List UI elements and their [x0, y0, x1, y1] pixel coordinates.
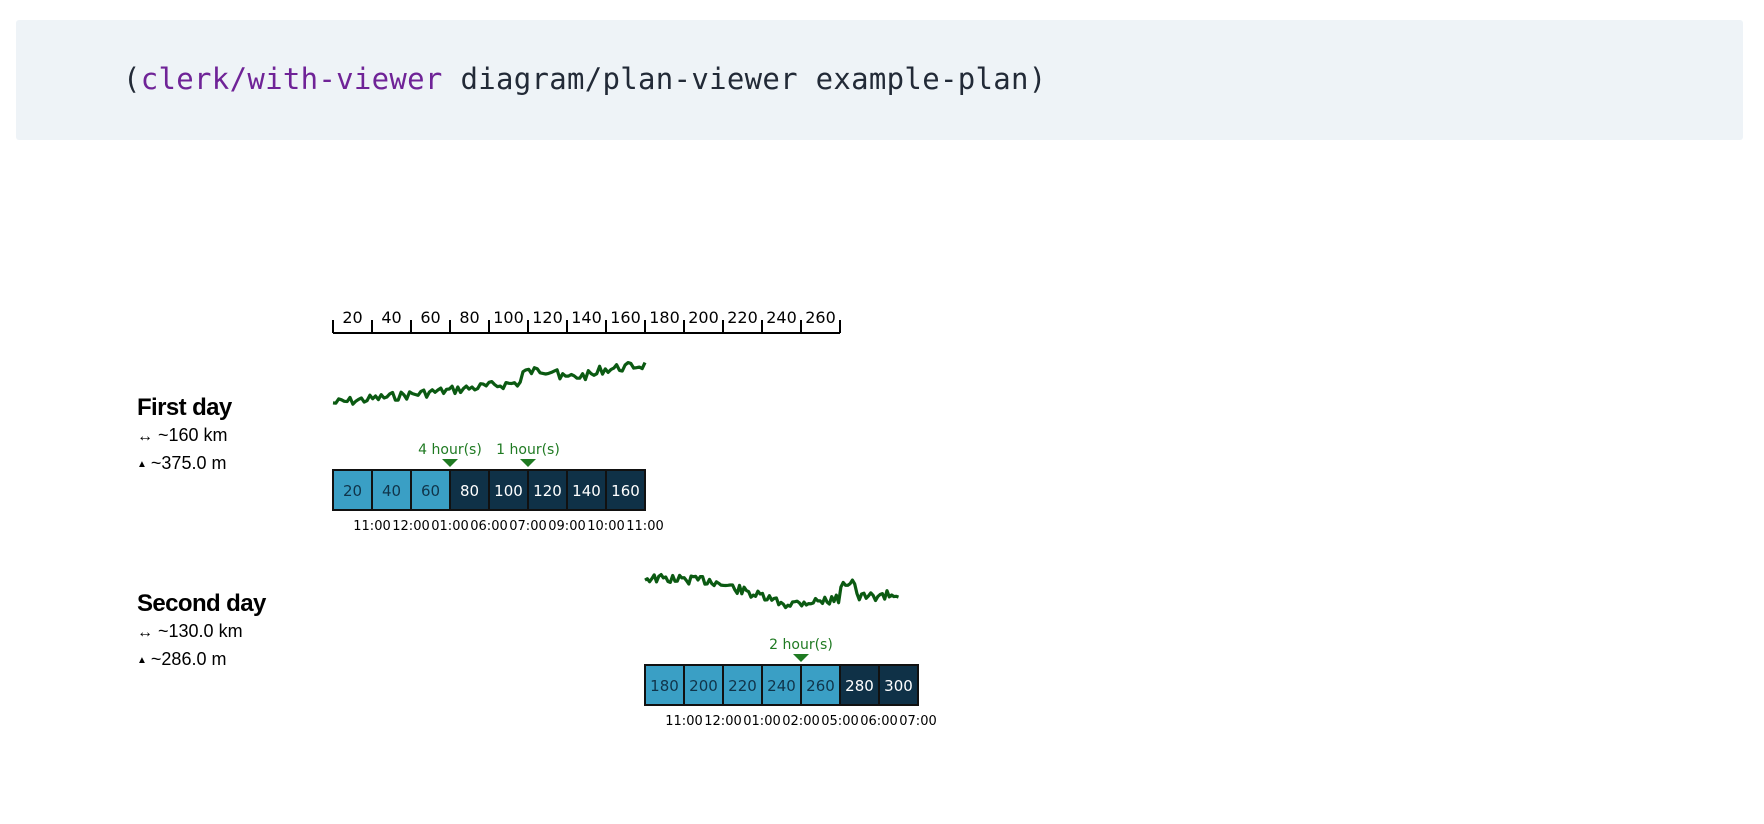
- scale-tick-label: 160: [610, 308, 641, 327]
- stop-duration-label: 1 hour(s): [496, 442, 560, 458]
- segment-time-label: 02:00: [782, 714, 819, 729]
- scale-tick-label: 240: [766, 308, 797, 327]
- scale-tick-label: 180: [649, 308, 680, 327]
- scale-tick-label: 80: [459, 308, 479, 327]
- segment-label: 280: [845, 677, 874, 695]
- scale-tick-label: 120: [532, 308, 563, 327]
- segment-time-label: 10:00: [587, 519, 624, 534]
- segment-time-label: 11:00: [626, 519, 663, 534]
- distance-scale: 20 40 60 80 100 120 140 160 180 200 220 240 260: [332, 308, 841, 334]
- segment-time-label: 11:00: [353, 519, 390, 534]
- stop-duration-label: 4 hour(s): [418, 442, 482, 458]
- segment-time-label: 07:00: [899, 714, 936, 729]
- segment-time-label: 06:00: [860, 714, 897, 729]
- elevation-profile-day-2: [644, 573, 900, 610]
- segment-label: 140: [572, 482, 601, 500]
- scale-tick-label: 40: [381, 308, 401, 327]
- segment-time-label: 07:00: [509, 519, 546, 534]
- segment-label: 180: [650, 677, 679, 695]
- scale-tick-label: 200: [688, 308, 719, 327]
- segment-label: 220: [728, 677, 757, 695]
- segment-label: 300: [884, 677, 913, 695]
- day-2-segments: 180 200 220 240 260 280 300 11:00 12:00 01:00 02:0…: [644, 637, 937, 729]
- segment-label: 200: [689, 677, 718, 695]
- stop-duration-label: 2 hour(s): [769, 637, 833, 653]
- segment-label: 60: [421, 482, 440, 500]
- plan-diagram: 20 40 60 80 100 120 140 160 180 200 220 240 260 20 40 6…: [332, 308, 937, 729]
- segment-time-label: 01:00: [743, 714, 780, 729]
- segment-time-label: 01:00: [431, 519, 468, 534]
- segment-label: 160: [611, 482, 640, 500]
- segment-label: 260: [806, 677, 835, 695]
- segment-time-label: 09:00: [548, 519, 585, 534]
- segment-time-label: 12:00: [704, 714, 741, 729]
- segment-time-label: 12:00: [392, 519, 429, 534]
- scale-tick-label: 140: [571, 308, 602, 327]
- segment-time-label: 11:00: [665, 714, 702, 729]
- segment-label: 120: [533, 482, 562, 500]
- day-1-segments: 20 40 60 80 100 120 140 16011:00 12:00 01:00 06:00…: [332, 442, 664, 534]
- segment-label: 20: [343, 482, 362, 500]
- segment-time-label: 06:00: [470, 519, 507, 534]
- scale-tick-label: 20: [342, 308, 362, 327]
- segment-time-label: 05:00: [821, 714, 858, 729]
- scale-tick-label: 220: [727, 308, 758, 327]
- stop-marker-icon: [793, 654, 809, 662]
- segment-label: 240: [767, 677, 796, 695]
- stop-marker-icon: [442, 459, 458, 467]
- stop-marker-icon: [520, 459, 536, 467]
- segment-label: 100: [494, 482, 523, 500]
- scale-tick-label: 60: [420, 308, 440, 327]
- segment-label: 80: [460, 482, 479, 500]
- scale-tick-label: 260: [805, 308, 836, 327]
- elevation-profile-day-1: [332, 361, 647, 406]
- segment-label: 40: [382, 482, 401, 500]
- scale-tick-label: 100: [493, 308, 524, 327]
